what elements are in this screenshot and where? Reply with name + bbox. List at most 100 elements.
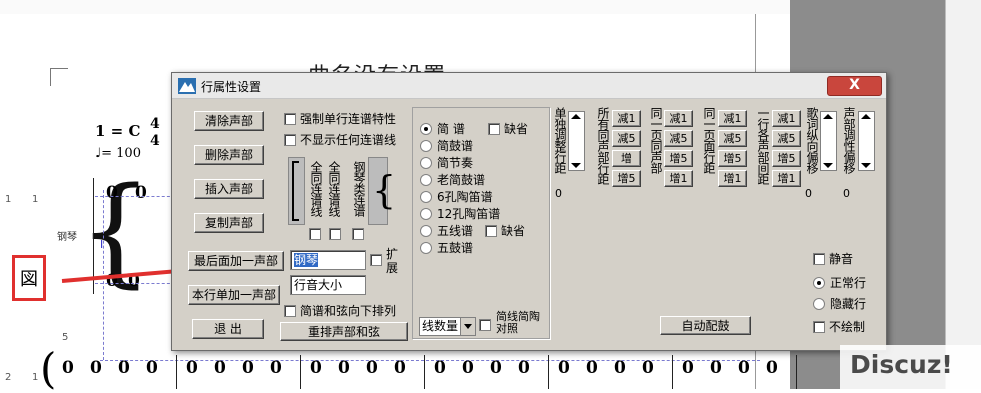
checkbox-box[interactable] (284, 112, 296, 125)
page-voice-inc5-button[interactable]: 增5 (664, 150, 693, 167)
radio-dot[interactable] (813, 297, 825, 310)
page-row-dec1-button[interactable]: 减1 (718, 110, 747, 127)
brace-checkbox[interactable] (309, 228, 325, 240)
add-row-voice-button[interactable]: 本行单加一声部 (188, 285, 280, 305)
note[interactable]: 0 (62, 358, 74, 378)
radio-dot[interactable] (420, 190, 432, 203)
checkbox-box[interactable] (813, 320, 825, 333)
checkbox-box[interactable] (284, 304, 296, 317)
force-single-row-checkbox[interactable]: 强制单行连谱特性 (284, 110, 396, 127)
add-last-voice-button[interactable]: 最后面加一声部 (188, 251, 284, 271)
notation-radio-old-gu[interactable]: 老简鼓谱 (420, 171, 485, 188)
radio-dot[interactable] (420, 241, 432, 254)
checkbox-box[interactable] (479, 319, 491, 331)
lyric-offset-scroll[interactable] (820, 111, 837, 171)
row-voice-dec5-button[interactable]: 减5 (772, 130, 801, 147)
scroll-up-icon[interactable] (861, 114, 871, 119)
notation-radio-staff[interactable]: 五线谱 (420, 222, 473, 239)
row-voice-dec1-button[interactable]: 减1 (772, 110, 801, 127)
checkbox-box[interactable] (309, 228, 321, 240)
row-mode-hidden-radio[interactable]: 隐藏行 (813, 295, 866, 312)
note[interactable]: 0 (338, 358, 350, 378)
note[interactable]: 0 (366, 358, 378, 378)
note[interactable]: 0 (518, 358, 530, 378)
delete-voice-button[interactable]: 删除声部 (194, 145, 264, 165)
exit-button[interactable]: 退 出 (192, 319, 264, 339)
page-row-inc5-button[interactable]: 增5 (718, 150, 747, 167)
voice-key-offset-scroll[interactable] (858, 111, 875, 171)
no-draw-checkbox[interactable]: 不绘制 (813, 318, 865, 335)
note[interactable]: 0 (462, 358, 474, 378)
checkbox-box[interactable] (352, 228, 364, 240)
page-voice-dec5-button[interactable]: 减5 (664, 130, 693, 147)
notation-radio-wugu[interactable]: 五鼓谱 (420, 239, 473, 256)
instrument-input[interactable]: 钢琴 (290, 250, 366, 270)
brace-checkbox[interactable] (329, 228, 345, 240)
reorder-voices-button[interactable]: 重排声部和弦 (280, 322, 408, 341)
notation-radio-6hole[interactable]: 6孔陶笛谱 (420, 188, 493, 205)
note[interactable]: 0 (766, 358, 778, 378)
scroll-down-icon[interactable] (571, 163, 581, 168)
row-mode-normal-radio[interactable]: 正常行 (813, 274, 866, 291)
radio-dot[interactable] (420, 207, 432, 220)
single-row-spacing-scroll[interactable] (568, 111, 585, 171)
page-voice-dec1-button[interactable]: 减1 (664, 110, 693, 127)
omit-checkbox-staff[interactable]: 缺省 (485, 222, 525, 239)
scroll-down-icon[interactable] (861, 163, 871, 168)
note[interactable]: 0 (614, 358, 626, 378)
hide-lines-checkbox[interactable]: 不显示任何连谱线 (284, 131, 396, 148)
mute-checkbox[interactable]: 静音 (813, 250, 853, 267)
clear-voice-button[interactable]: 清除声部 (194, 111, 264, 131)
note[interactable]: 0 (586, 358, 598, 378)
radio-dot[interactable] (420, 122, 432, 135)
brace-checkbox[interactable] (352, 228, 368, 240)
note[interactable]: 0 (738, 358, 750, 378)
note[interactable]: 0 (710, 358, 722, 378)
scroll-down-icon[interactable] (823, 163, 833, 168)
dialog-titlebar[interactable]: 行属性设置 X (172, 73, 886, 99)
note[interactable]: 0 (682, 358, 694, 378)
checkbox-box[interactable] (813, 252, 825, 265)
note[interactable]: 0 (135, 183, 147, 203)
line-count-select[interactable]: 线数量 (419, 317, 476, 336)
insert-voice-button[interactable]: 插入声部 (194, 179, 264, 199)
note[interactable]: 0 (242, 358, 254, 378)
expand-checkbox[interactable] (370, 254, 386, 266)
checkbox-box[interactable] (488, 122, 500, 135)
checkbox-box[interactable] (370, 254, 382, 266)
radio-dot[interactable] (420, 156, 432, 169)
checkbox-box[interactable] (485, 224, 497, 237)
chevron-down-icon[interactable] (460, 318, 475, 335)
radio-dot[interactable] (813, 276, 825, 289)
page-row-dec5-button[interactable]: 减5 (718, 130, 747, 147)
all-voice-dec5-button[interactable]: 减5 (612, 130, 641, 147)
all-voice-dec1-button[interactable]: 减1 (612, 110, 641, 127)
all-voice-inc-button[interactable]: 增 (612, 150, 641, 167)
notation-radio-rhythm[interactable]: 简节奏 (420, 154, 473, 171)
jianpu-chord-down-checkbox[interactable]: 简谱和弦向下排列 (284, 302, 396, 319)
note[interactable]: 0 (270, 358, 282, 378)
copy-voice-button[interactable]: 复制声部 (194, 213, 264, 233)
notation-radio-12hole[interactable]: 12孔陶笛谱 (420, 205, 500, 222)
notation-radio-gu[interactable]: 简鼓谱 (420, 137, 473, 154)
note[interactable]: 0 (186, 358, 198, 378)
page-voice-inc1-button[interactable]: 增1 (664, 170, 693, 187)
note[interactable]: 0 (90, 358, 102, 378)
checkbox-box[interactable] (329, 228, 341, 240)
note[interactable]: 0 (310, 358, 322, 378)
auto-config-button[interactable]: 自动配鼓 (660, 316, 751, 335)
note[interactable]: 0 (146, 358, 158, 378)
note[interactable]: 0 (106, 183, 118, 203)
font-size-field[interactable]: 行音大小 (290, 275, 366, 295)
row-voice-inc1-button[interactable]: 增1 (772, 170, 801, 187)
page-row-inc1-button[interactable]: 增1 (718, 170, 747, 187)
all-voice-inc5-button[interactable]: 增5 (612, 170, 641, 187)
notation-radio-jianpu[interactable]: 简 谱 (420, 120, 465, 137)
row-voice-inc5-button[interactable]: 增5 (772, 150, 801, 167)
jianpu-taodi-checkbox[interactable] (479, 319, 495, 331)
close-button[interactable]: X (827, 76, 882, 96)
note[interactable]: 0 (214, 358, 226, 378)
note[interactable]: 0 (118, 358, 130, 378)
scroll-up-icon[interactable] (823, 114, 833, 119)
note[interactable]: 0 (558, 358, 570, 378)
